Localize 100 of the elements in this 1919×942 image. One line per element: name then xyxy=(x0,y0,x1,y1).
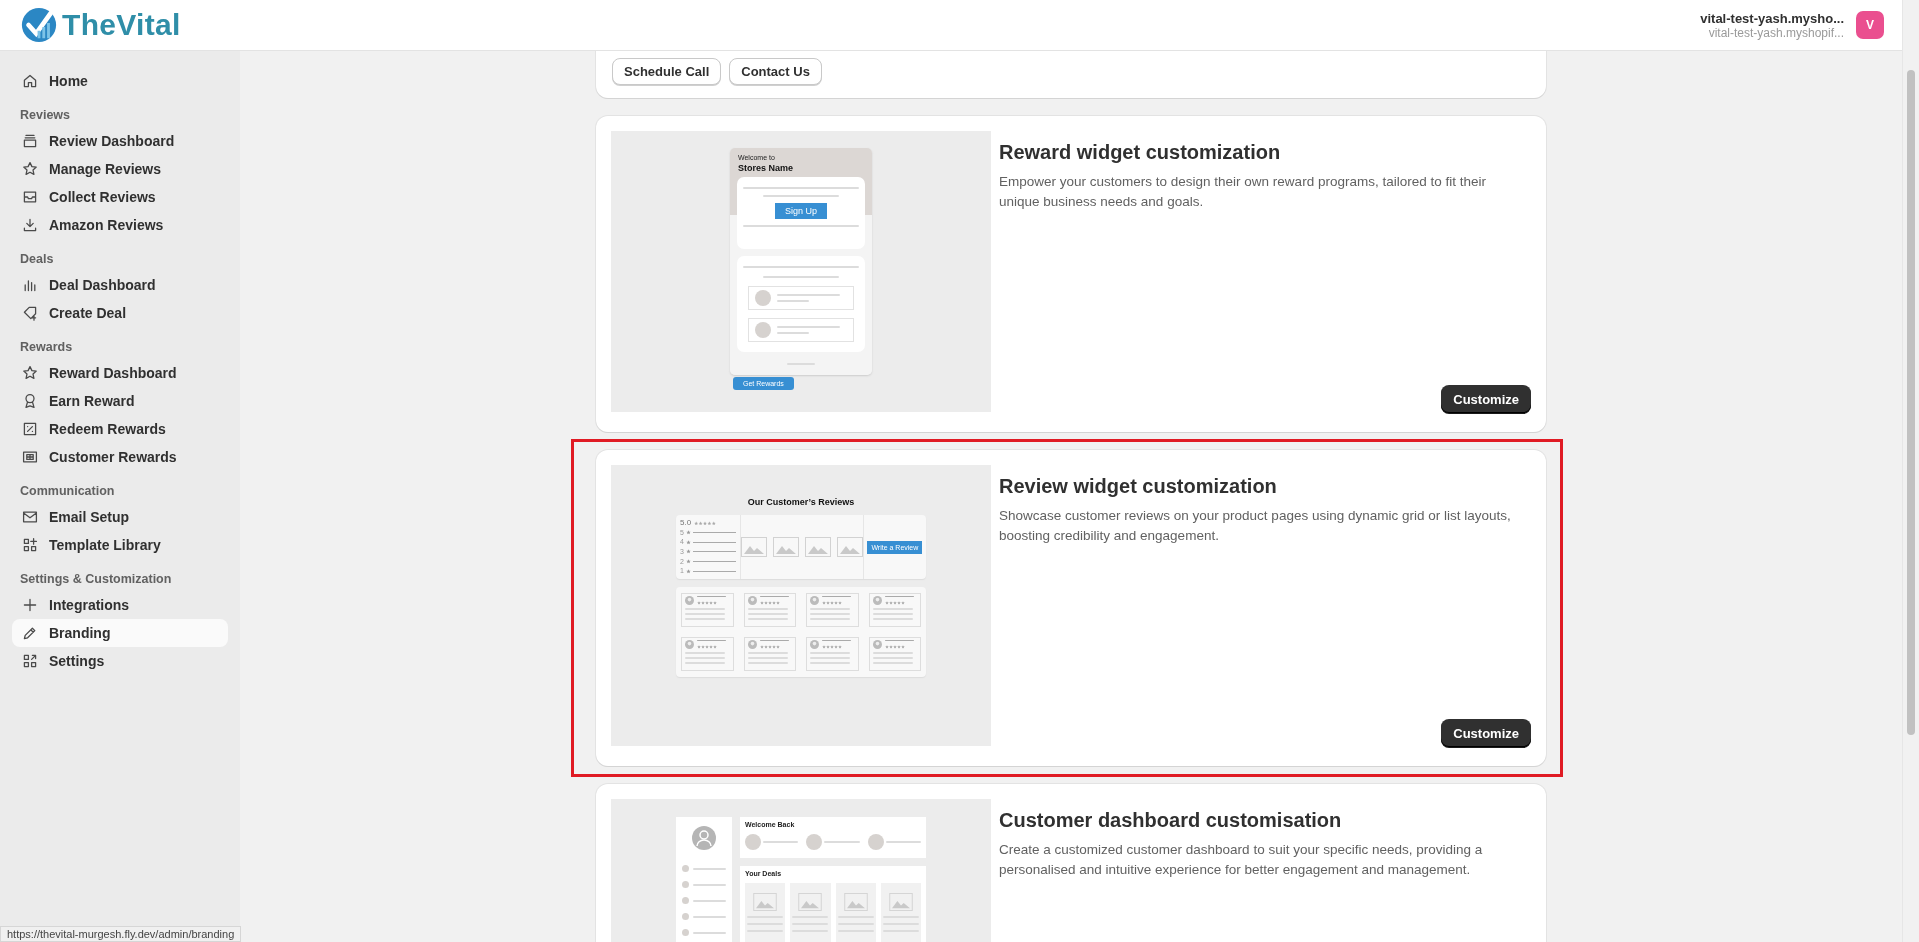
stars-icon xyxy=(697,645,717,649)
nav-item[interactable]: Redeem Rewards xyxy=(12,415,228,443)
stack-icon xyxy=(22,133,38,149)
placeholder-line xyxy=(697,596,727,597)
user-icon xyxy=(747,596,757,605)
nav-section-heading: Settings & Customization xyxy=(19,571,173,588)
download-icon xyxy=(22,217,38,233)
user-icon xyxy=(872,596,882,605)
star-icon xyxy=(22,365,38,381)
circle-placeholder-icon xyxy=(806,834,823,850)
preview-title: Stores Name xyxy=(738,163,795,173)
circle-placeholder-icon xyxy=(682,929,689,936)
percent-icon xyxy=(22,421,38,437)
circle-placeholder-icon xyxy=(682,865,689,872)
grid-plus-icon xyxy=(22,537,38,553)
placeholder-line xyxy=(763,841,799,843)
placeholder-line xyxy=(693,883,726,886)
placeholder-line xyxy=(693,899,726,902)
logo-text: TheVital xyxy=(62,8,181,42)
nav-item[interactable]: Customer Rewards xyxy=(12,443,228,471)
star-icon xyxy=(685,530,691,536)
nav-item[interactable]: Reward Dashboard xyxy=(12,359,228,387)
placeholder-line xyxy=(822,596,852,597)
status-bar-url: https://thevital-murgesh.fly.dev/admin/branding xyxy=(0,926,242,942)
star-icon xyxy=(685,559,691,565)
card-title: Reward widget customization xyxy=(999,141,1281,164)
nav-section-heading: Deals xyxy=(19,251,55,268)
image-placeholder-icon xyxy=(740,537,767,557)
nav-item[interactable]: Settings xyxy=(12,647,228,675)
placeholder-line xyxy=(824,841,860,843)
placeholder-line xyxy=(885,841,921,843)
user-icon xyxy=(685,640,694,649)
card-title: Review widget customization xyxy=(999,475,1277,498)
user-icon xyxy=(872,640,882,649)
placeholder-line xyxy=(693,931,726,934)
nav-item[interactable]: Earn Reward xyxy=(12,387,228,415)
placeholder-line xyxy=(884,596,914,597)
placeholder-line xyxy=(777,294,840,296)
user-icon xyxy=(685,596,694,605)
stars-icon xyxy=(884,645,905,649)
circle-placeholder-icon xyxy=(755,322,771,338)
stars-icon xyxy=(759,645,780,649)
contact-button[interactable]: Schedule Call xyxy=(612,58,722,85)
nav-item[interactable]: Branding xyxy=(12,619,228,647)
nav-item[interactable]: Home xyxy=(12,67,228,95)
circle-placeholder-icon xyxy=(682,913,689,920)
logo-icon xyxy=(20,6,58,44)
placeholder-line xyxy=(693,867,726,870)
tag-icon xyxy=(22,305,38,321)
ribbon-icon xyxy=(22,393,38,409)
image-placeholder-icon xyxy=(888,893,913,911)
store-domain: vital-test-yash.myshopif... xyxy=(1708,25,1844,40)
stars-icon xyxy=(822,601,842,605)
image-placeholder-icon xyxy=(798,893,823,911)
nav-item[interactable]: Manage Reviews xyxy=(12,155,228,183)
placeholder-line xyxy=(884,640,914,641)
customize-button[interactable]: Customize xyxy=(1441,385,1531,413)
user-icon xyxy=(747,640,757,649)
image-placeholder-icon xyxy=(836,537,863,557)
brush-icon xyxy=(22,625,38,641)
placeholder-line xyxy=(697,640,727,641)
nav-item[interactable]: Email Setup xyxy=(12,503,228,531)
home-icon xyxy=(22,73,38,89)
placeholder-line xyxy=(777,332,809,334)
plus-icon xyxy=(22,597,38,613)
nav-item[interactable]: Template Library xyxy=(12,531,228,559)
nav-section-heading: Rewards xyxy=(19,339,74,356)
circle-placeholder-icon xyxy=(755,290,771,306)
nav-item[interactable]: Collect Reviews xyxy=(12,183,228,211)
circle-placeholder-icon xyxy=(682,881,689,888)
nav-section-heading: Communication xyxy=(19,483,116,500)
nav-item[interactable]: Create Deal xyxy=(12,299,228,327)
card-title: Customer dashboard customisation xyxy=(999,809,1342,832)
placeholder-line xyxy=(759,596,789,597)
customize-button[interactable]: Customize xyxy=(1441,719,1531,747)
nav-item[interactable]: Deal Dashboard xyxy=(12,271,228,299)
stars-icon xyxy=(759,601,780,605)
circle-placeholder-icon xyxy=(682,897,689,904)
user-icon xyxy=(810,640,819,649)
placeholder-line xyxy=(693,915,726,918)
circle-placeholder-icon xyxy=(867,834,884,850)
nav-item[interactable]: Amazon Reviews xyxy=(12,211,228,239)
stars-icon xyxy=(697,601,717,605)
preview-title: Our Customer’s Reviews xyxy=(747,497,855,507)
card-description: Create a customized customer dashboard to suit your specific needs, providing a personalised and intuitive experience for better engagement and management. xyxy=(999,841,1484,879)
scrollbar-thumb[interactable] xyxy=(1907,70,1915,735)
mail-icon xyxy=(22,509,38,525)
star-icon xyxy=(685,568,691,574)
user-icon xyxy=(810,596,819,605)
star-icon xyxy=(685,549,691,555)
nav-item[interactable]: Review Dashboard xyxy=(12,127,228,155)
placeholder-line xyxy=(777,300,809,302)
card-description: Showcase customer reviews on your product pages using dynamic grid or list layouts, boosting credibility and engagement. xyxy=(999,507,1512,545)
nav-item[interactable]: Integrations xyxy=(12,591,228,619)
stars-icon xyxy=(822,645,842,649)
placeholder-line xyxy=(777,326,840,328)
circle-placeholder-icon xyxy=(745,834,761,850)
placeholder-line xyxy=(822,640,852,641)
contact-button[interactable]: Contact Us xyxy=(729,58,822,85)
user-icon xyxy=(692,826,716,850)
